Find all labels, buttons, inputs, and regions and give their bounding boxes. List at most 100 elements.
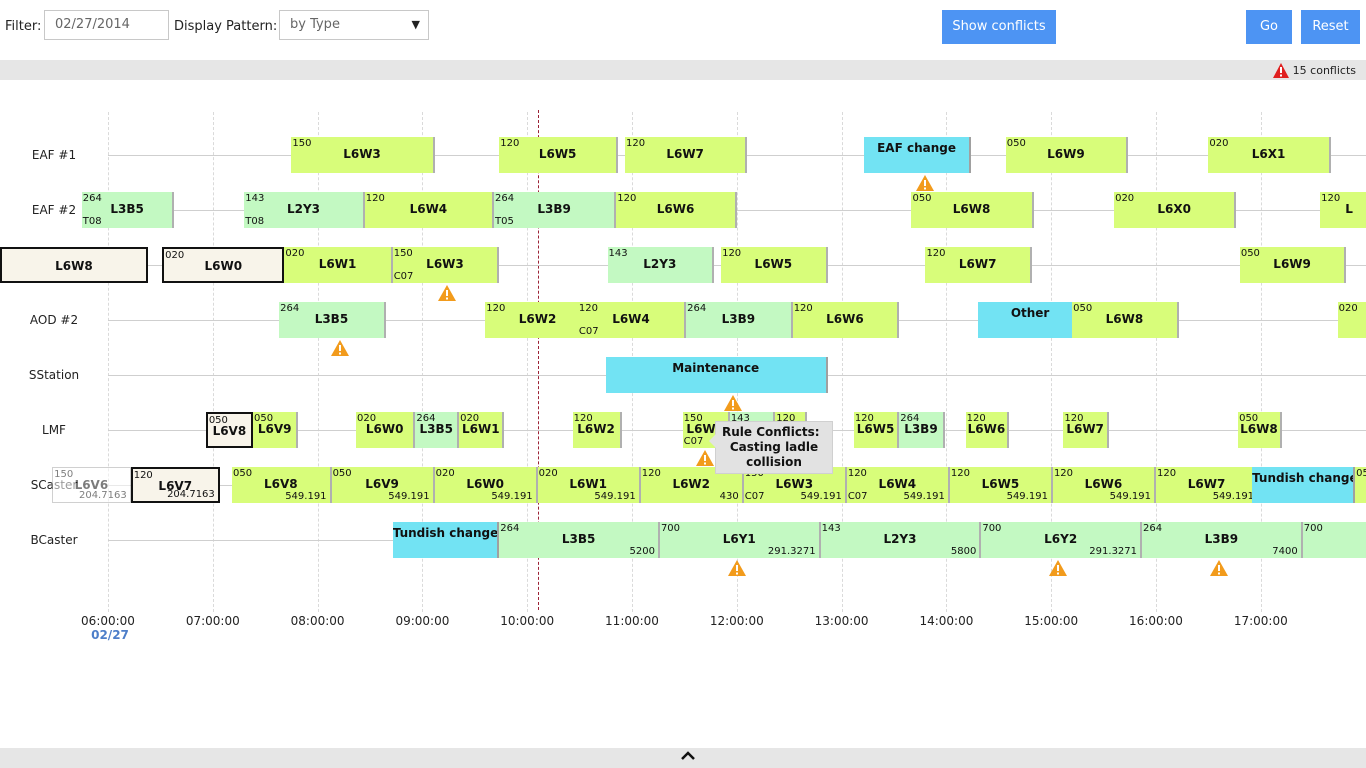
block-value: 549.191 — [491, 491, 533, 502]
block-value: 549.191 — [285, 491, 327, 502]
schedule-block[interactable]: 120 L6W6 — [616, 192, 737, 228]
schedule-block[interactable]: 120 L6W4 — [364, 192, 494, 228]
schedule-block[interactable]: 020 L6W1 — [459, 412, 505, 448]
schedule-block[interactable]: 264 L3B9 — [686, 302, 793, 338]
block-name: L6W5 — [856, 422, 895, 436]
show-conflicts-button[interactable]: Show conflicts — [942, 10, 1056, 44]
schedule-block[interactable]: 120 L6W6 — [965, 412, 1010, 448]
schedule-block[interactable]: 150 L6W3 — [291, 137, 435, 173]
schedule-block[interactable]: 050 L6V9 — [252, 412, 299, 448]
schedule-block[interactable]: 050 L6W8 — [911, 192, 1034, 228]
schedule-block[interactable]: 050 L6V8 — [205, 412, 253, 448]
block-name: L6W4 — [878, 477, 917, 491]
block-name: L6W2 — [672, 477, 711, 491]
schedule-block[interactable]: 120 L6W4 C07 549.191 — [846, 467, 950, 503]
schedule-block[interactable]: 020 L6X0 — [1114, 192, 1237, 228]
schedule-block[interactable]: 143 L2Y3 5800 — [820, 522, 982, 558]
schedule-block[interactable]: 120 L6W6 549.191 — [1052, 467, 1156, 503]
block-name: L6V8 — [263, 477, 298, 491]
grid-line — [108, 112, 109, 612]
schedule-block[interactable]: 700 L6Y2 291.3271 — [981, 522, 1143, 558]
schedule-block[interactable]: 05 — [1355, 467, 1366, 503]
warning-icon[interactable] — [916, 175, 935, 191]
bottom-panel-bar[interactable] — [0, 748, 1366, 768]
schedule-block[interactable]: 264 L3B5 — [279, 302, 386, 338]
schedule-block[interactable]: Tundish change — [392, 522, 500, 558]
schedule-block[interactable]: 120 L6W5 — [499, 137, 619, 173]
schedule-block[interactable]: 050 L6W9 — [1239, 247, 1347, 283]
block-name: L2Y3 — [883, 532, 917, 546]
block-name: L6W0 — [365, 422, 404, 436]
warning-icon[interactable] — [727, 560, 746, 576]
schedule-block[interactable]: 120 L6W7 — [925, 247, 1032, 283]
schedule-block[interactable]: 020 L6W1 549.191 — [537, 467, 641, 503]
toolbar: Filter: 02/27/2014 Display Pattern: by T… — [0, 0, 1366, 56]
chevron-up-icon[interactable] — [680, 750, 696, 762]
schedule-block[interactable]: 120 L6W7 — [1063, 412, 1109, 448]
schedule-block[interactable]: 020 L6W0 549.191 — [434, 467, 538, 503]
filter-date-input[interactable]: 02/27/2014 — [44, 10, 169, 40]
go-button[interactable]: Go — [1246, 10, 1292, 44]
dropdown-arrow-icon: ▼ — [411, 18, 420, 31]
schedule-block[interactable]: 020 L6X1 — [1208, 137, 1331, 173]
schedule-block[interactable]: 050 L6V8 549.191 — [232, 467, 332, 503]
schedule-block[interactable]: EAF change — [864, 137, 971, 173]
schedule-block[interactable]: 020 L6W1 — [284, 247, 393, 283]
block-name: L3B9 — [537, 202, 571, 216]
schedule-block[interactable]: 050 L6W9 — [1005, 137, 1129, 173]
block-name: L6W5 — [981, 477, 1020, 491]
block-value: 549.191 — [1212, 491, 1255, 502]
schedule-block[interactable]: 120 L — [1320, 192, 1366, 228]
schedule-block[interactable]: 700 — [1302, 522, 1366, 558]
schedule-block[interactable]: Tundish change — [1252, 467, 1356, 503]
block-value: 549.191 — [800, 491, 842, 502]
schedule-block[interactable]: 020 — [1337, 302, 1366, 338]
schedule-block[interactable]: 120 L6V7 204.7163 — [130, 467, 220, 503]
block-name: L2Y3 — [286, 202, 321, 216]
schedule-block[interactable]: 050 L6W8 — [1072, 302, 1179, 338]
schedule-block[interactable]: 020 L6W0 — [356, 412, 416, 448]
schedule-block[interactable]: Maintenance — [605, 357, 828, 393]
schedule-block[interactable]: 264 L3B9 — [899, 412, 945, 448]
conflict-count[interactable]: 15 conflicts — [1272, 63, 1356, 78]
row-label: BCaster — [30, 533, 78, 547]
schedule-block[interactable]: 120 L6W5 549.191 — [949, 467, 1053, 503]
warning-icon[interactable] — [724, 395, 743, 411]
schedule-block[interactable]: 120 L6W5 — [853, 412, 900, 448]
schedule-block[interactable]: 120 L6W7 — [625, 137, 748, 173]
schedule-block[interactable]: 264 L3B5 — [415, 412, 460, 448]
grid-line — [317, 112, 319, 612]
schedule-block[interactable]: 120 L6W5 — [721, 247, 828, 283]
schedule-block[interactable]: 050 L6W8 — [1238, 412, 1282, 448]
axis-tick-label: 06:00:00 — [81, 614, 135, 628]
schedule-block[interactable]: 143 L2Y3 T08 — [244, 192, 365, 228]
block-value: 291.3271 — [1089, 546, 1138, 557]
schedule-block[interactable]: 120 L6W2 — [572, 412, 622, 448]
schedule-block[interactable]: Other — [977, 302, 1085, 338]
schedule-block[interactable]: 120 L6W7 549.191 — [1156, 467, 1260, 503]
block-name: L6W7 — [1187, 477, 1226, 491]
reset-button[interactable]: Reset — [1301, 10, 1360, 44]
schedule-block[interactable]: 150 L6W3 C07 — [392, 247, 500, 283]
schedule-block[interactable]: 150 L6V6 204.7163 — [52, 467, 131, 503]
schedule-block[interactable]: 120 L6W2 — [485, 302, 592, 338]
schedule-block[interactable]: 264 L3B9 7400 — [1142, 522, 1303, 558]
schedule-block[interactable]: 120 L6W4 C07 — [577, 302, 687, 338]
warning-icon[interactable] — [331, 340, 350, 356]
schedule-block[interactable]: 143 L2Y3 — [607, 247, 715, 283]
schedule-block[interactable]: L6W8 — [0, 247, 149, 283]
schedule-block[interactable]: 120 L6W6 — [792, 302, 900, 338]
schedule-block[interactable]: 264 L3B5 T08 — [81, 192, 175, 228]
block-name: L6W6 — [967, 422, 1006, 436]
warning-icon[interactable] — [696, 450, 715, 466]
display-pattern-select[interactable]: by Type ▼ — [279, 10, 429, 40]
schedule-block[interactable]: 700 L6Y1 291.3271 — [659, 522, 821, 558]
warning-icon[interactable] — [1209, 560, 1228, 576]
row-label: EAF #1 — [31, 148, 77, 162]
schedule-block[interactable]: 050 L6V9 549.191 — [331, 467, 435, 503]
warning-icon[interactable] — [437, 285, 456, 301]
schedule-block[interactable]: 264 L3B5 5200 — [499, 522, 660, 558]
schedule-block[interactable]: 264 L3B9 T05 — [494, 192, 617, 228]
schedule-block[interactable]: 020 L6W0 — [162, 247, 285, 283]
warning-icon[interactable] — [1049, 560, 1068, 576]
